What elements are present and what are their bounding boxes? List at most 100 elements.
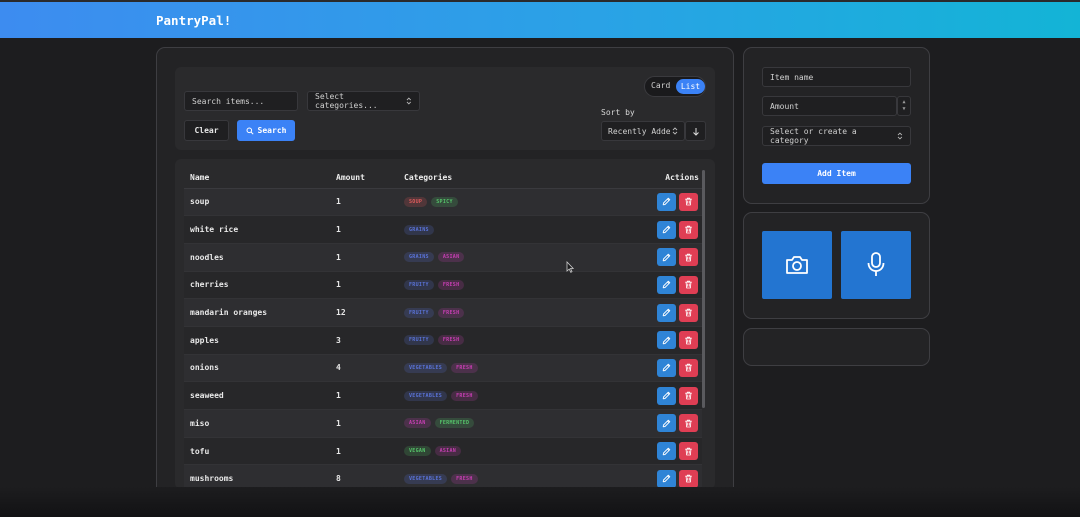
delete-button[interactable] [679, 303, 698, 322]
category-badge: FRESH [437, 307, 465, 318]
item-categories: FRUITY FRESH [398, 298, 638, 327]
microphone-button[interactable] [841, 231, 911, 299]
edit-button[interactable] [657, 442, 676, 461]
item-actions [638, 409, 702, 438]
item-name: apples [184, 326, 330, 355]
stepper-down-icon[interactable]: ▼ [902, 106, 905, 113]
delete-button[interactable] [679, 331, 698, 350]
sort-value: Recently Added [608, 126, 670, 136]
table-scrollbar[interactable] [702, 170, 705, 408]
category-badge: FERMENTED [434, 418, 475, 429]
item-name-input[interactable]: Item name [762, 67, 911, 87]
item-actions [638, 464, 702, 489]
category-badge: FRUITY [404, 335, 434, 346]
bottom-bar [0, 487, 1080, 517]
item-amount: 1 [330, 271, 398, 300]
trash-icon [685, 364, 692, 372]
microphone-icon [867, 252, 885, 276]
app-header: PantryPal! [0, 2, 1080, 38]
pencil-icon [662, 225, 671, 234]
edit-button[interactable] [657, 469, 676, 488]
pencil-icon [662, 474, 671, 483]
item-name: mushrooms [184, 464, 330, 489]
item-name: soup [184, 188, 330, 217]
amount-stepper[interactable]: ▲ ▼ [897, 96, 911, 116]
delete-button[interactable] [679, 220, 698, 239]
header-actions: Actions [638, 168, 702, 189]
edit-button[interactable] [657, 192, 676, 211]
item-amount: 1 [330, 188, 398, 217]
item-name: miso [184, 409, 330, 438]
search-input[interactable]: Search items... [184, 91, 298, 111]
delete-button[interactable] [679, 358, 698, 377]
clear-button[interactable]: Clear [184, 120, 229, 141]
table-row: tofu 1 VEGAN ASIAN [184, 437, 702, 466]
pencil-icon [662, 308, 671, 317]
sort-select[interactable]: Recently Added [601, 121, 685, 141]
item-amount: 1 [330, 409, 398, 438]
category-badge: VEGETABLES [404, 473, 448, 484]
delete-button[interactable] [679, 248, 698, 267]
table-row: cherries 1 FRUITY FRESH [184, 271, 702, 300]
item-actions [638, 381, 702, 410]
category-badge: ASIAN [404, 418, 431, 429]
trash-icon [685, 391, 692, 400]
trash-icon [685, 474, 692, 483]
item-categories: GRAINS [398, 215, 638, 244]
delete-button[interactable] [679, 192, 698, 211]
edit-button[interactable] [657, 414, 676, 433]
view-list-option[interactable]: List [676, 79, 705, 94]
arrow-down-icon [692, 127, 699, 136]
edit-button[interactable] [657, 358, 676, 377]
add-item-label: Add Item [817, 169, 856, 178]
trash-icon [685, 198, 692, 206]
table-row: soup 1 SOUP SPICY [184, 188, 702, 217]
trash-icon [685, 225, 692, 234]
pencil-icon [662, 364, 671, 372]
amount-input[interactable]: Amount [762, 96, 897, 116]
search-icon [246, 127, 254, 135]
item-amount: 8 [330, 464, 398, 489]
add-item-button[interactable]: Add Item [762, 163, 911, 184]
item-actions [638, 437, 702, 466]
table-body: soup 1 SOUP SPICY white rice 1 GRAINS noodles 1 G… [184, 188, 702, 489]
delete-button[interactable] [679, 386, 698, 405]
item-name: tofu [184, 437, 330, 466]
item-name-placeholder: Item name [770, 72, 814, 82]
edit-button[interactable] [657, 331, 676, 350]
chevron-updown-icon [897, 132, 903, 140]
app-title: PantryPal! [156, 13, 232, 28]
items-table-container: Name Amount Categories Actions soup 1 SOUP… [175, 159, 715, 489]
table-row: white rice 1 GRAINS [184, 215, 702, 244]
delete-button[interactable] [679, 414, 698, 433]
item-amount: 12 [330, 298, 398, 327]
item-actions [638, 298, 702, 327]
category-badge: VEGETABLES [404, 362, 448, 373]
delete-button[interactable] [679, 275, 698, 294]
delete-button[interactable] [679, 469, 698, 488]
item-actions [638, 271, 702, 300]
search-button[interactable]: Search [237, 120, 295, 141]
delete-button[interactable] [679, 442, 698, 461]
item-categories: SOUP SPICY [398, 188, 638, 217]
edit-button[interactable] [657, 275, 676, 294]
edit-button[interactable] [657, 220, 676, 239]
mouse-cursor-icon [566, 261, 574, 273]
header-categories: Categories [398, 168, 638, 189]
item-actions [638, 243, 702, 272]
category-create-select[interactable]: Select or create a category [762, 126, 911, 146]
table-row: miso 1 ASIAN FERMENTED [184, 409, 702, 438]
categories-select[interactable]: Select categories... [307, 91, 420, 111]
category-badge: VEGETABLES [404, 390, 448, 401]
edit-button[interactable] [657, 303, 676, 322]
view-card-option[interactable]: Card [651, 81, 670, 90]
table-row: mushrooms 8 VEGETABLES FRESH [184, 464, 702, 489]
sort-direction-button[interactable] [685, 121, 706, 141]
view-toggle[interactable]: Card List [644, 76, 706, 97]
pencil-icon [662, 253, 671, 261]
item-name: seaweed [184, 381, 330, 410]
stepper-up-icon[interactable]: ▲ [902, 99, 905, 106]
camera-button[interactable] [762, 231, 832, 299]
edit-button[interactable] [657, 248, 676, 267]
edit-button[interactable] [657, 386, 676, 405]
